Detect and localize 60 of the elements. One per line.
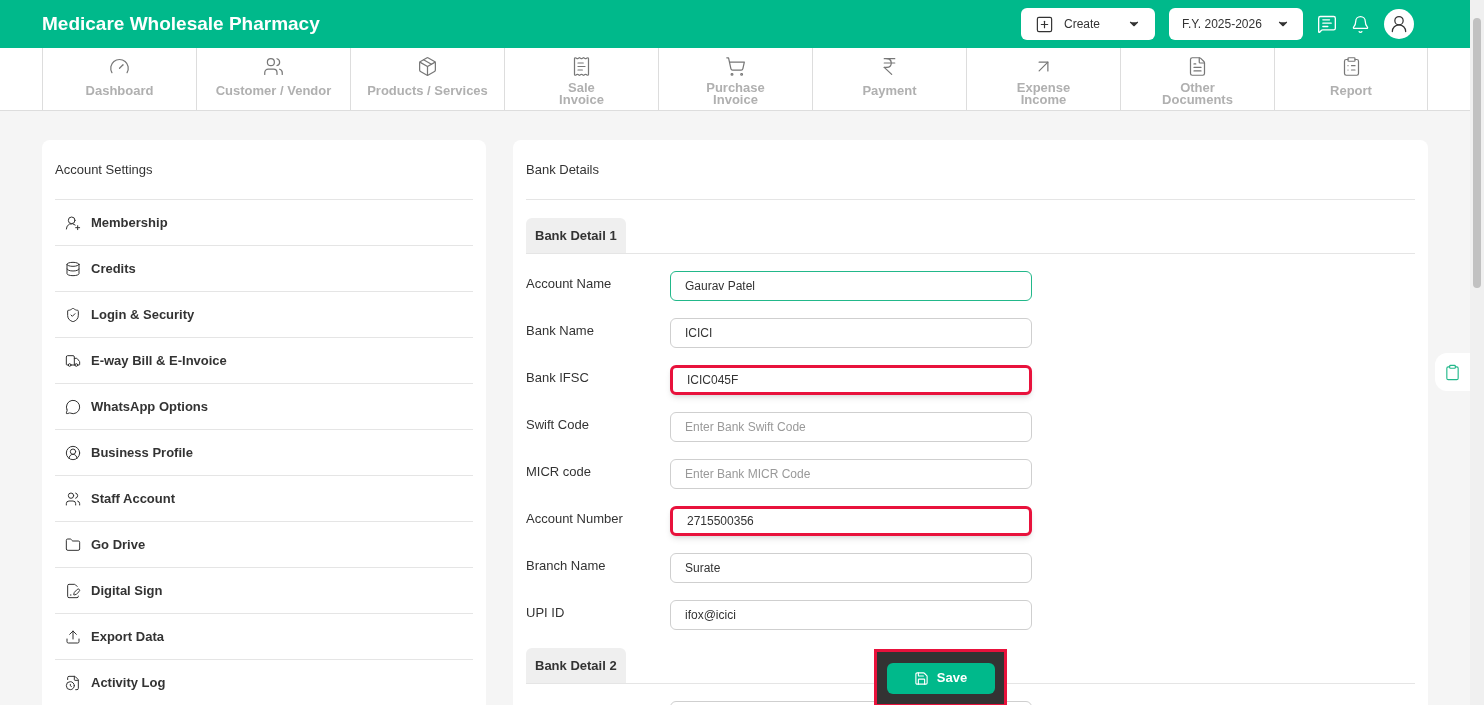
- app-title: Medicare Wholesale Pharmacy: [42, 11, 320, 36]
- settings-item[interactable]: Login & Security: [55, 292, 473, 338]
- create-button[interactable]: Create: [1021, 8, 1155, 40]
- folder-icon: [65, 536, 81, 553]
- scroll-thumb[interactable]: [1473, 18, 1481, 288]
- user-circle-icon: [65, 444, 81, 461]
- side-tab[interactable]: [1435, 353, 1470, 391]
- section-tab[interactable]: Bank Detail 2: [526, 648, 626, 683]
- settings-item[interactable]: Business Profile: [55, 430, 473, 476]
- file-clock-icon: [65, 674, 81, 691]
- scrollbar[interactable]: [1470, 0, 1484, 705]
- field-label: Bank IFSC: [526, 369, 590, 387]
- truck-icon: [65, 352, 81, 369]
- text-field[interactable]: ICIC045F: [670, 365, 1032, 395]
- text-field[interactable]: Enter Bank MICR Code: [670, 459, 1032, 489]
- avatar[interactable]: [1384, 9, 1414, 39]
- field-label: UPI ID: [526, 604, 566, 622]
- text-field[interactable]: ICICI: [670, 318, 1032, 348]
- field-label: Account Number: [526, 510, 624, 528]
- year-select[interactable]: F.Y. 2025-2026: [1169, 8, 1303, 40]
- cart-icon: [725, 56, 746, 77]
- upload-icon: [65, 628, 81, 645]
- coins-icon: [65, 260, 81, 277]
- card-title: Bank Details: [526, 160, 599, 179]
- people-icon: [65, 490, 81, 507]
- plus-icon: [1035, 14, 1054, 34]
- document-icon: [1187, 56, 1208, 77]
- shield-icon: [65, 306, 81, 323]
- user-icon: [1389, 14, 1409, 34]
- message-icon[interactable]: [1317, 14, 1337, 34]
- settings-item[interactable]: Digital Sign: [55, 568, 473, 614]
- field-label: Account Name: [526, 275, 613, 293]
- bell-icon[interactable]: [1351, 14, 1370, 34]
- settings-item[interactable]: Go Drive: [55, 522, 473, 568]
- field-label: Branch Name: [526, 557, 607, 575]
- settings-item[interactable]: Export Data: [55, 614, 473, 660]
- text-field[interactable]: Enter Bank Swift Code: [670, 412, 1032, 442]
- field-label: Bank Name: [526, 322, 595, 340]
- text-field[interactable]: 2715500356: [670, 506, 1032, 536]
- user-plus-icon: [65, 214, 81, 231]
- text-field[interactable]: Gaurav Patel: [670, 271, 1032, 301]
- people-icon: [263, 56, 284, 77]
- card-title: Account Settings: [55, 160, 153, 179]
- settings-item[interactable]: Credits: [55, 246, 473, 292]
- settings-item[interactable]: WhatsApp Options: [55, 384, 473, 430]
- receipt-icon: [571, 56, 592, 77]
- chat-icon: [65, 398, 81, 415]
- field-label: Swift Code: [526, 416, 590, 434]
- text-field[interactable]: Surate: [670, 553, 1032, 583]
- text-field[interactable]: ifox@icici: [670, 600, 1032, 630]
- settings-item[interactable]: Staff Account: [55, 476, 473, 522]
- settings-item[interactable]: E-way Bill & E-Invoice: [55, 338, 473, 384]
- section-tab[interactable]: Bank Detail 1: [526, 218, 626, 253]
- field-label: MICR code: [526, 463, 593, 481]
- box-icon: [417, 56, 438, 77]
- settings-item[interactable]: Activity Log: [55, 660, 473, 705]
- save-icon: [913, 670, 929, 686]
- clipboard-icon: [1444, 363, 1461, 381]
- signature-icon: [65, 582, 81, 599]
- settings-item[interactable]: Membership: [55, 200, 473, 246]
